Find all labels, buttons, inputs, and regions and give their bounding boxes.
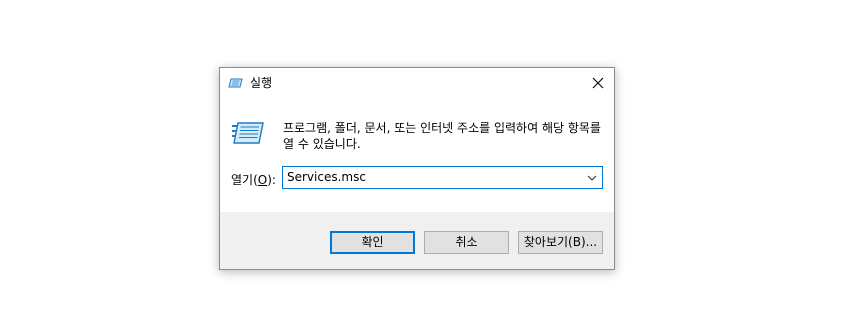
run-dialog: 실행 프로그램, 폴더, 문서, 또는 인터넷 주소를 입력하여 해당 항목를 … bbox=[219, 67, 615, 270]
browse-button[interactable]: 찾아보기(B)... bbox=[518, 231, 603, 254]
button-bar: 확인 취소 찾아보기(B)... bbox=[220, 212, 614, 269]
run-description: 프로그램, 폴더, 문서, 또는 인터넷 주소를 입력하여 해당 항목를 열 수… bbox=[283, 121, 601, 151]
cancel-button[interactable]: 취소 bbox=[424, 231, 509, 254]
run-program-icon bbox=[232, 120, 264, 146]
dropdown-button[interactable] bbox=[585, 170, 599, 185]
title-bar[interactable]: 실행 bbox=[220, 68, 614, 98]
open-combobox[interactable]: Services.msc bbox=[282, 166, 603, 189]
chevron-down-icon bbox=[587, 175, 597, 181]
ok-button[interactable]: 확인 bbox=[330, 231, 415, 254]
window-title: 실행 bbox=[250, 76, 273, 90]
open-label: 열기(O): bbox=[231, 173, 276, 187]
close-icon bbox=[592, 77, 604, 89]
close-button[interactable] bbox=[582, 68, 614, 98]
run-icon bbox=[228, 75, 244, 91]
open-input[interactable]: Services.msc bbox=[287, 170, 366, 185]
